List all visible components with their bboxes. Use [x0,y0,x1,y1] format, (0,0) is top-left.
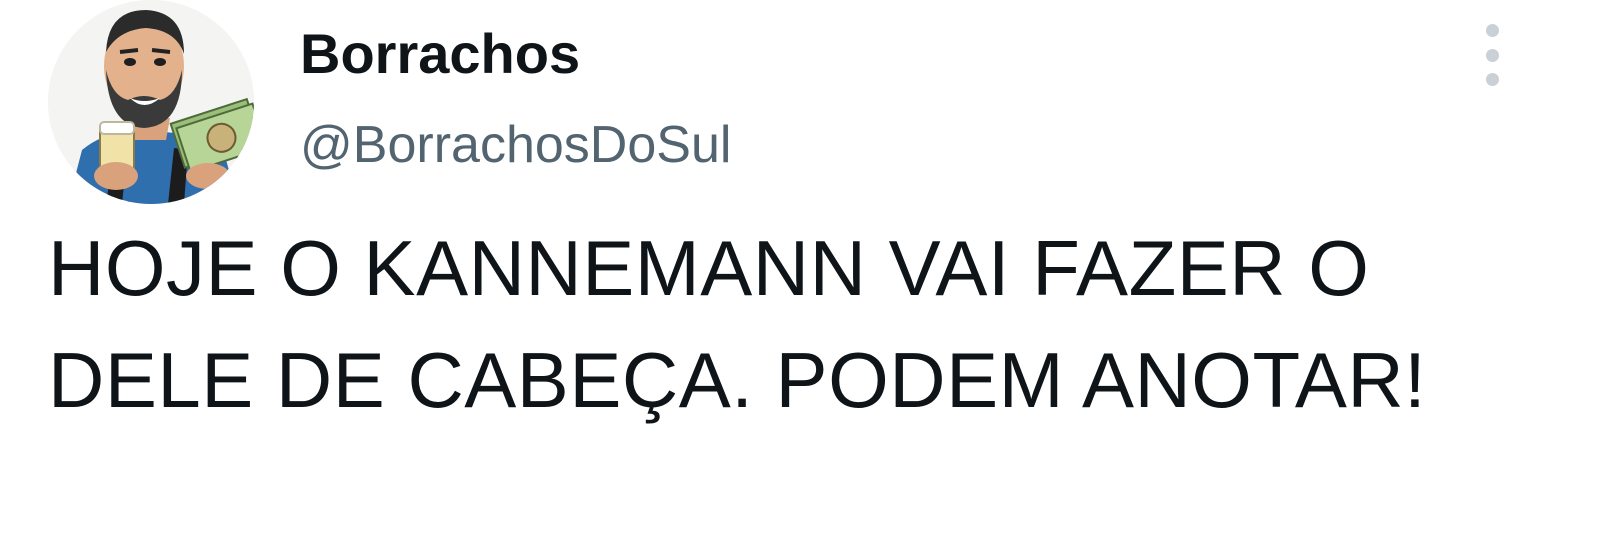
tweet-text: HOJE O KANNEMANN VAI FAZER O DELE DE CAB… [48,224,1427,424]
vertical-ellipsis-icon [1485,48,1499,62]
vertical-ellipsis-icon [1485,24,1499,37]
author-avatar[interactable] [48,0,254,204]
vertical-ellipsis-icon [1485,73,1499,86]
author-handle[interactable]: @BorrachosDoSul [300,116,731,174]
tweet-card: Borrachos @BorrachosDoSul HOJE O KANNEMA… [0,0,1600,533]
author-display-name[interactable]: Borrachos [300,24,580,84]
more-options-button[interactable] [1474,24,1510,86]
cartoon-man-avatar-icon [48,0,254,204]
